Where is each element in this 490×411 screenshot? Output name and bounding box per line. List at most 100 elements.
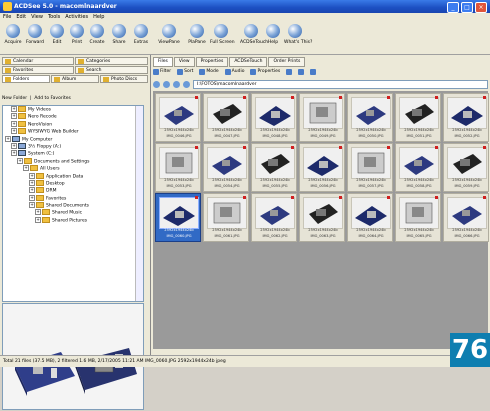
thumbnail[interactable]: 2592x1944x24b IMG_0054.JPG (203, 143, 249, 192)
tree-item[interactable]: + NeroVision (3, 120, 143, 128)
thumbnail[interactable]: 2592x1944x24b IMG_0056.JPG (299, 143, 345, 192)
properties-button[interactable]: Properties (250, 67, 280, 77)
thumbnail[interactable]: 2592x1944x24b IMG_0050.JPG (347, 93, 393, 142)
toolbar-button[interactable]: Edit (46, 24, 68, 52)
menu-item[interactable]: File (3, 13, 11, 22)
expand-toggle[interactable]: + (29, 172, 35, 179)
expand-toggle[interactable]: + (29, 179, 35, 186)
menu-item[interactable]: Edit (16, 13, 26, 22)
menu-item[interactable]: View (31, 13, 43, 22)
thumbnail[interactable]: 2592x1944x24b IMG_0057.JPG (347, 143, 393, 192)
thumbnail[interactable]: 2592x1944x24b IMG_0063.JPG (299, 193, 345, 242)
expand-toggle[interactable]: + (11, 128, 17, 135)
address-field[interactable]: I:\FOTOS\macomlnaardver (193, 79, 488, 89)
minimize-button[interactable]: _ (447, 2, 459, 13)
refresh-icon[interactable] (183, 80, 190, 88)
toolbar-button[interactable]: Extras (130, 24, 152, 52)
tree-item[interactable]: + Application Data (3, 172, 143, 180)
add-to-favorites-button[interactable]: Add to Favorites (34, 96, 70, 101)
close-pane-icon[interactable] (310, 69, 317, 75)
tree-item[interactable]: + Favorites (3, 194, 143, 202)
expand-toggle[interactable]: + (11, 106, 17, 112)
expand-toggle[interactable]: + (17, 157, 23, 164)
tree-item[interactable]: + My Videos (3, 106, 143, 113)
toolbar-button[interactable]: PlaPane (186, 24, 208, 52)
thumbnail[interactable]: 2592x1944x24b IMG_0049.JPG (299, 93, 345, 142)
toolbar-button[interactable]: ACDSeTouch (240, 24, 268, 52)
tab-categories[interactable]: Categories (75, 57, 148, 65)
up-folder-icon[interactable] (173, 80, 180, 88)
audio-button[interactable]: Audio (224, 67, 244, 77)
tree-item[interactable]: + WYSIWYG Web Builder (3, 128, 143, 135)
toolbar-button[interactable]: Share (108, 24, 130, 52)
sort-button[interactable]: Sort (177, 67, 193, 77)
thumbnail[interactable]: 2592x1944x24b IMG_0061.JPG (203, 193, 249, 242)
expand-toggle[interactable]: + (23, 165, 29, 172)
tree-item[interactable]: + Shared Documents (3, 202, 143, 209)
thumbnail[interactable]: 2592x1944x24b IMG_0059.JPG (443, 143, 489, 192)
toolbar-button[interactable]: Print (66, 24, 88, 52)
tree-item[interactable]: + All Users (3, 165, 143, 172)
tab-search[interactable]: Search (75, 66, 148, 74)
filter-button[interactable]: Filter (153, 67, 171, 77)
toolbar-button[interactable]: Acquire (2, 24, 24, 52)
thumbnail[interactable]: 2592x1944x24b IMG_0052.JPG (443, 93, 489, 142)
toolbar-button[interactable]: Help (262, 24, 284, 52)
thumbnail[interactable]: 2592x1944x24b IMG_0064.JPG (347, 193, 393, 242)
menu-item[interactable]: Help (93, 13, 104, 22)
close-button[interactable]: × (475, 2, 487, 13)
tree-item[interactable]: + Desktop (3, 179, 143, 187)
toolbar-button[interactable]: Create (86, 24, 108, 52)
tree-item[interactable]: + Shared Music (3, 209, 143, 216)
tab-photo-discs[interactable]: Photo Discs (100, 75, 148, 83)
tab-calendar[interactable]: Calendar (2, 57, 74, 65)
tab-order-prints[interactable]: Order Prints (268, 57, 306, 67)
tab-files[interactable]: Files (153, 57, 173, 67)
tab-folders[interactable]: Folders (2, 75, 50, 83)
thumbnail[interactable]: 2592x1944x24b IMG_0048.JPG (251, 93, 297, 142)
expand-toggle[interactable]: + (35, 209, 41, 216)
menu-item[interactable]: Tools (48, 13, 60, 22)
expand-toggle[interactable]: + (29, 194, 35, 201)
thumbnail[interactable]: 2592x1944x24b IMG_0066.JPG (443, 193, 489, 242)
tree-item[interactable]: + My Computer (3, 135, 143, 143)
thumbnail[interactable]: 2592x1944x24b IMG_0060.JPG (155, 193, 201, 242)
tab-favorites[interactable]: Favorites (2, 66, 74, 74)
delete-icon[interactable] (286, 69, 293, 75)
menu-item[interactable]: Activities (65, 13, 88, 22)
new-folder-button[interactable]: New Folder (2, 96, 27, 101)
thumbnail[interactable]: 2592x1944x24b IMG_0046.JPG (155, 93, 201, 142)
copy-icon[interactable] (298, 69, 305, 75)
tree-item[interactable]: + Documents and Settings (3, 157, 143, 165)
expand-toggle[interactable]: + (29, 202, 35, 209)
thumbnail[interactable]: 2592x1944x24b IMG_0058.JPG (395, 143, 441, 192)
tree-item[interactable]: +3½ Floppy (A:) (3, 142, 143, 150)
tab-acdsetouch[interactable]: ACDSeTouch (229, 57, 268, 67)
toolbar-button[interactable]: ViewPane (158, 24, 180, 52)
thumbnail[interactable]: 2592x1944x24b IMG_0062.JPG (251, 193, 297, 242)
thumbnail[interactable]: 2592x1944x24b IMG_0051.JPG (395, 93, 441, 142)
expand-toggle[interactable]: + (29, 187, 35, 194)
tree-item[interactable]: + System (C:) (3, 150, 143, 157)
expand-toggle[interactable]: + (11, 120, 17, 127)
expand-toggle[interactable]: + (5, 135, 11, 142)
expand-toggle[interactable]: + (35, 216, 41, 223)
tab-properties[interactable]: Properties (195, 57, 229, 67)
thumbnail[interactable]: 2592x1944x24b IMG_0055.JPG (251, 143, 297, 192)
tab-view[interactable]: View (173, 57, 195, 67)
toolbar-button[interactable]: Forward (24, 24, 46, 52)
maximize-button[interactable]: □ (461, 2, 473, 13)
tree-item[interactable]: + DRM (3, 187, 143, 194)
tab-album[interactable]: Album (51, 75, 99, 83)
thumbnail[interactable]: 2592x1944x24b IMG_0047.JPG (203, 93, 249, 142)
expand-toggle[interactable]: + (11, 113, 17, 120)
toolbar-button[interactable]: Full Screen (210, 24, 235, 52)
tree-item[interactable]: + Nero Recode (3, 113, 143, 120)
expand-toggle[interactable]: + (11, 142, 17, 149)
tree-item[interactable]: + Shared Pictures (3, 216, 143, 224)
back-icon[interactable] (153, 80, 160, 88)
forward-icon[interactable] (163, 80, 170, 88)
thumbnail[interactable]: 2592x1944x24b IMG_0065.JPG (395, 193, 441, 242)
expand-toggle[interactable]: + (11, 150, 17, 157)
toolbar-button[interactable]: What's This? (284, 24, 312, 52)
